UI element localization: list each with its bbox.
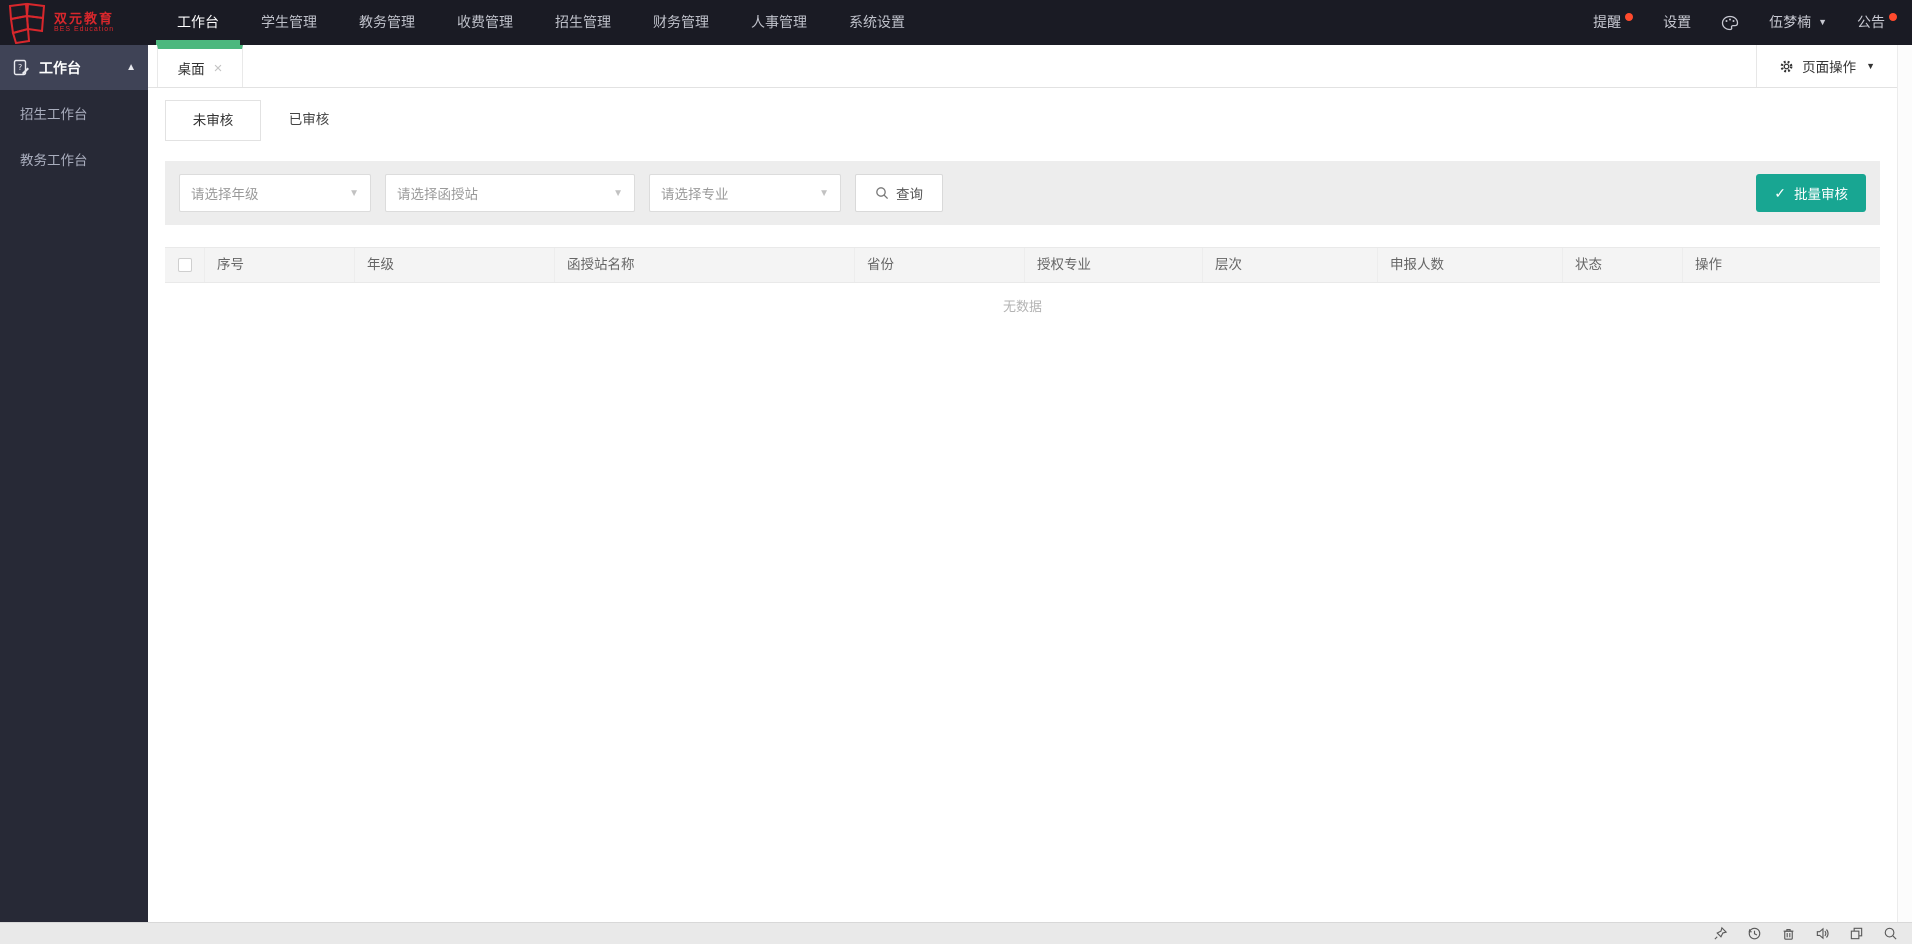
filter-panel: 请选择年级 ▼ 请选择函授站 ▼ 请选择专业 ▼ 查询 ✓ 批量审核 — [165, 161, 1880, 225]
settings-button[interactable]: 设置 — [1648, 0, 1706, 45]
logo-text: 双元教育 BES Education — [54, 10, 115, 34]
caret-down-icon: ▼ — [613, 187, 623, 199]
app-logo[interactable]: 双元教育 BES Education — [0, 0, 148, 45]
trash-icon[interactable] — [1781, 926, 1796, 941]
vertical-scrollbar[interactable] — [1897, 45, 1912, 922]
tab-desktop[interactable]: 桌面 × — [157, 45, 243, 87]
announcement-label: 公告 — [1857, 14, 1885, 30]
pin-icon[interactable] — [1713, 926, 1728, 941]
check-icon: ✓ — [1774, 185, 1786, 201]
sidebar-item-academic-workbench[interactable]: 教务工作台 — [0, 136, 148, 182]
chevron-up-icon[interactable]: ▲ — [126, 62, 136, 73]
column-header-grade: 年级 — [355, 248, 555, 282]
volume-icon[interactable] — [1815, 926, 1830, 941]
search-icon — [876, 187, 889, 200]
major-select-placeholder: 请选择专业 — [661, 187, 729, 202]
gear-icon — [1780, 60, 1793, 72]
announcement-button[interactable]: 公告 — [1842, 0, 1912, 45]
page-tabbar: 桌面 × 页面操作 ▼ — [148, 45, 1897, 88]
grade-select-placeholder: 请选择年级 — [191, 187, 259, 202]
caret-down-icon: ▼ — [1818, 17, 1827, 27]
column-header-index: 序号 — [205, 248, 355, 282]
windows-icon[interactable] — [1849, 926, 1864, 941]
content-panel: 未审核 已审核 请选择年级 ▼ 请选择函授站 ▼ 请选择专业 ▼ 查询 ✓ 批量… — [148, 88, 1897, 922]
theme-palette-button[interactable] — [1706, 15, 1754, 31]
menu-item-finance-mgmt[interactable]: 财务管理 — [632, 0, 730, 45]
menu-item-fee-mgmt[interactable]: 收费管理 — [436, 0, 534, 45]
sidebar-header-label: 工作台 — [39, 59, 81, 76]
logo-subtitle: BES Education — [54, 25, 115, 33]
user-name: 伍梦楠 — [1769, 14, 1812, 30]
menu-item-system-settings[interactable]: 系统设置 — [828, 0, 926, 45]
caret-down-icon: ▼ — [349, 187, 359, 199]
major-select[interactable]: 请选择专业 ▼ — [649, 174, 841, 212]
column-header-applicant-count: 申报人数 — [1378, 248, 1563, 282]
page-actions-dropdown[interactable]: 页面操作 ▼ — [1756, 45, 1897, 87]
sidebar-item-admission-workbench[interactable]: 招生工作台 — [0, 90, 148, 136]
sidebar-header-workbench[interactable]: ? 工作台 ▲ — [0, 45, 148, 90]
station-select[interactable]: 请选择函授站 ▼ — [385, 174, 635, 212]
main-layout: ? 工作台 ▲ 招生工作台 教务工作台 桌面 × 页面操作 ▼ 未审核 已审核 … — [0, 45, 1912, 922]
batch-audit-label: 批量审核 — [1794, 187, 1848, 202]
caret-down-icon: ▼ — [819, 187, 829, 199]
tab-unaudited[interactable]: 未审核 — [165, 100, 261, 141]
settings-label: 设置 — [1663, 14, 1692, 30]
page-actions-label: 页面操作 — [1802, 60, 1857, 75]
select-all-checkbox[interactable] — [177, 258, 192, 272]
search-button-label: 查询 — [896, 187, 923, 202]
audit-view-tabs: 未审核 已审核 — [165, 100, 1880, 141]
search-button[interactable]: 查询 — [855, 174, 943, 212]
grade-select[interactable]: 请选择年级 ▼ — [179, 174, 371, 212]
topbar: 双元教育 BES Education 工作台 学生管理 教务管理 收费管理 招生… — [0, 0, 1912, 45]
column-header-station-name: 函授站名称 — [555, 248, 855, 282]
caret-down-icon: ▼ — [1866, 61, 1875, 71]
select-all-cell — [165, 248, 205, 282]
menu-item-workbench[interactable]: 工作台 — [156, 0, 240, 45]
column-header-actions: 操作 — [1695, 257, 1722, 272]
palette-icon — [1721, 15, 1739, 30]
top-menu: 工作台 学生管理 教务管理 收费管理 招生管理 财务管理 人事管理 系统设置 — [156, 0, 926, 45]
close-icon[interactable]: × — [214, 61, 223, 76]
notice-button[interactable]: 提醒 — [1578, 0, 1648, 45]
column-header-authorized-major: 授权专业 — [1025, 248, 1203, 282]
column-header-status: 状态 — [1563, 248, 1683, 282]
sidebar: ? 工作台 ▲ 招生工作台 教务工作台 — [0, 45, 148, 922]
menu-item-academic-mgmt[interactable]: 教务管理 — [338, 0, 436, 45]
batch-audit-button[interactable]: ✓ 批量审核 — [1756, 174, 1866, 212]
notice-label: 提醒 — [1593, 14, 1622, 30]
main-wrap: 桌面 × 页面操作 ▼ 未审核 已审核 请选择年级 ▼ 请选择函授站 ▼ 请选择… — [148, 45, 1912, 922]
menu-item-student-mgmt[interactable]: 学生管理 — [240, 0, 338, 45]
station-select-placeholder: 请选择函授站 — [397, 187, 478, 202]
column-header-province: 省份 — [855, 248, 1025, 282]
bottom-taskbar — [0, 922, 1912, 944]
menu-item-admission-mgmt[interactable]: 招生管理 — [534, 0, 632, 45]
user-menu[interactable]: 伍梦楠 ▼ — [1754, 0, 1842, 45]
table-header-row: 序号 年级 函授站名称 省份 授权专业 层次 申报人数 状态 操作 — [165, 247, 1880, 283]
search-icon[interactable] — [1883, 926, 1898, 941]
column-header-level: 层次 — [1203, 248, 1378, 282]
svg-text:?: ? — [18, 63, 22, 72]
document-edit-icon: ? — [13, 59, 29, 75]
logo-title: 双元教育 — [54, 10, 115, 26]
menu-item-hr-mgmt[interactable]: 人事管理 — [730, 0, 828, 45]
tab-audited[interactable]: 已审核 — [261, 100, 357, 141]
notice-badge-dot — [1625, 12, 1634, 21]
tab-desktop-label: 桌面 — [177, 62, 205, 77]
topbar-right: 提醒 设置 伍梦楠 ▼ 公告 — [1578, 0, 1912, 45]
main-area: 桌面 × 页面操作 ▼ 未审核 已审核 请选择年级 ▼ 请选择函授站 ▼ 请选择… — [148, 45, 1897, 922]
logo-mark-icon — [8, 2, 46, 44]
announcement-badge-dot — [1889, 12, 1897, 21]
history-icon[interactable] — [1747, 926, 1762, 941]
empty-table-message: 无数据 — [1002, 299, 1042, 314]
